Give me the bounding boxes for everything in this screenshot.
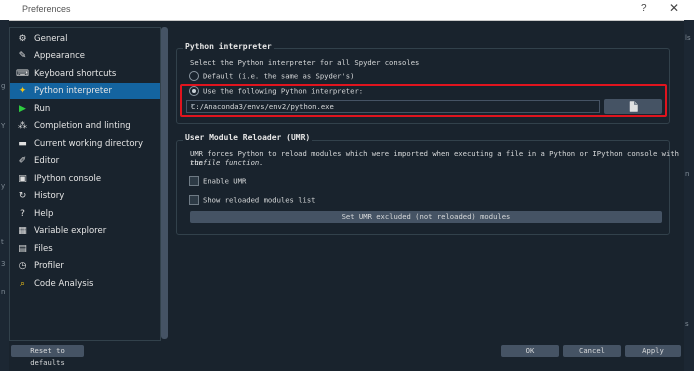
search-icon: ⌕ bbox=[19, 279, 26, 289]
enable-umr-checkbox[interactable]: Enable UMR bbox=[189, 176, 246, 186]
sidebar-item-files[interactable]: ▤ Files bbox=[10, 241, 160, 257]
apply-button[interactable]: Apply bbox=[625, 345, 681, 357]
edge-char: t bbox=[1, 238, 4, 246]
interpreter-description: Select the Python interpreter for all Sp… bbox=[190, 58, 420, 67]
highlight-annotation bbox=[180, 84, 667, 117]
checkbox-indicator[interactable] bbox=[189, 195, 199, 205]
edge-char: Y bbox=[1, 122, 6, 130]
umr-title: User Module Reloader (UMR) bbox=[183, 133, 313, 142]
table-icon: ▦ bbox=[18, 226, 27, 236]
edge-char: n bbox=[1, 288, 6, 296]
edge-char: n bbox=[685, 170, 690, 178]
sidebar-item-ipython-console[interactable]: ▣ IPython console bbox=[10, 171, 160, 187]
edge-char: ls bbox=[685, 34, 691, 42]
radio-indicator[interactable] bbox=[189, 71, 199, 81]
sidebar-item-python-interpreter[interactable]: ✦ Python interpreter bbox=[10, 83, 160, 99]
play-icon: ▶ bbox=[19, 104, 26, 114]
folder-icon: ▬ bbox=[18, 139, 27, 149]
sidebar-item-label: Python interpreter bbox=[34, 86, 112, 96]
sidebar-item-label: Editor bbox=[34, 156, 60, 166]
stopwatch-icon: ◷ bbox=[18, 261, 27, 271]
sidebar-item-label: Code Analysis bbox=[34, 279, 94, 289]
sidebar-item-label: Current working directory bbox=[34, 139, 144, 149]
preferences-sidebar: ⚙ General ✎ Appearance ⌨ Keyboard shortc… bbox=[9, 27, 161, 341]
terminal-icon: ▣ bbox=[18, 174, 27, 184]
sidebar-item-editor[interactable]: ✐ Editor bbox=[10, 153, 160, 169]
python-interpreter-title: Python interpreter bbox=[183, 42, 274, 51]
sidebar-item-label: Keyboard shortcuts bbox=[34, 69, 117, 79]
sidebar-item-history[interactable]: ↻ History bbox=[10, 188, 160, 204]
history-icon: ↻ bbox=[18, 191, 27, 201]
edge-char: g bbox=[1, 82, 6, 90]
sidebar-item-label: Run bbox=[34, 104, 51, 114]
help-button[interactable]: ? bbox=[641, 3, 647, 14]
set-umr-excluded-button[interactable]: Set UMR excluded (not reloaded) modules bbox=[190, 211, 662, 223]
python-icon: ✦ bbox=[18, 86, 27, 96]
edge-char: y bbox=[1, 182, 6, 190]
ok-button[interactable]: OK bbox=[501, 345, 559, 357]
radio-default-interpreter[interactable]: Default (i.e. the same as Spyder's) bbox=[189, 71, 354, 81]
sidebar-item-code-analysis[interactable]: ⌕ Code Analysis bbox=[10, 276, 160, 292]
brush-icon: ✎ bbox=[18, 51, 27, 61]
sidebar-scrollbar[interactable] bbox=[161, 27, 168, 339]
umr-description-line1: UMR forces Python to reload modules whic… bbox=[190, 149, 679, 167]
show-reloaded-modules-checkbox[interactable]: Show reloaded modules list bbox=[189, 195, 316, 205]
gears-icon: ⚙ bbox=[18, 34, 27, 44]
sidebar-item-general[interactable]: ⚙ General bbox=[10, 31, 160, 47]
sidebar-item-profiler[interactable]: ◷ Profiler bbox=[10, 258, 160, 274]
sidebar-item-label: Appearance bbox=[34, 51, 86, 61]
reset-to-defaults-button[interactable]: Reset to defaults bbox=[11, 345, 84, 367]
sidebar-item-run[interactable]: ▶ Run bbox=[10, 101, 160, 117]
close-button[interactable]: ✕ bbox=[669, 1, 679, 15]
window-title: Preferences bbox=[22, 4, 71, 14]
sidebar-item-label: Variable explorer bbox=[34, 226, 107, 236]
sidebar-item-label: History bbox=[34, 191, 65, 201]
keyboard-icon: ⌨ bbox=[16, 69, 29, 79]
help-icon: ? bbox=[20, 209, 25, 219]
show-reloaded-modules-label: Show reloaded modules list bbox=[203, 195, 316, 205]
umr-description-line2: runfile function. bbox=[190, 158, 264, 167]
sidebar-item-label: IPython console bbox=[34, 174, 102, 184]
sidebar-item-variable-explorer[interactable]: ▦ Variable explorer bbox=[10, 223, 160, 239]
enable-umr-label: Enable UMR bbox=[203, 176, 247, 186]
edit-icon: ✐ bbox=[18, 156, 27, 166]
sidebar-item-appearance[interactable]: ✎ Appearance bbox=[10, 48, 160, 64]
checkbox-indicator[interactable] bbox=[189, 176, 199, 186]
edge-char: s bbox=[685, 320, 689, 328]
sidebar-item-label: Files bbox=[34, 244, 53, 254]
cancel-button[interactable]: Cancel bbox=[563, 345, 621, 357]
background-window-right: ls n s bbox=[684, 20, 694, 371]
sidebar-item-keyboard-shortcuts[interactable]: ⌨ Keyboard shortcuts bbox=[10, 66, 160, 82]
code-icon: ⁂ bbox=[18, 121, 27, 131]
sidebar-item-label: Profiler bbox=[34, 261, 64, 271]
background-window-left: g Y y t 3 n bbox=[0, 20, 9, 371]
sidebar-item-label: Completion and linting bbox=[34, 121, 131, 131]
sidebar-item-help[interactable]: ? Help bbox=[10, 206, 160, 222]
sidebar-item-label: General bbox=[34, 34, 68, 44]
edge-char: 3 bbox=[1, 260, 6, 268]
files-icon: ▤ bbox=[18, 244, 27, 254]
sidebar-item-completion-and-linting[interactable]: ⁂ Completion and linting bbox=[10, 118, 160, 134]
title-bar: Preferences ? ✕ bbox=[0, 0, 694, 21]
radio-default-label: Default (i.e. the same as Spyder's) bbox=[203, 71, 355, 81]
sidebar-item-label: Help bbox=[34, 209, 54, 219]
sidebar-item-current-working-directory[interactable]: ▬ Current working directory bbox=[10, 136, 160, 152]
